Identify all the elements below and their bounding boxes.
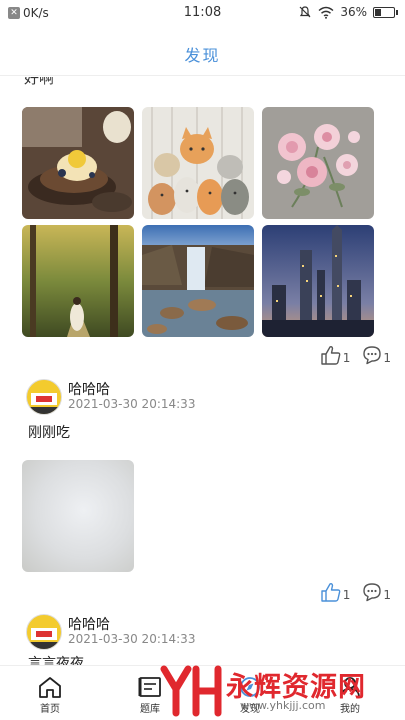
post-text: 刚刚吃 bbox=[28, 425, 70, 441]
discover-feed[interactable]: 好啊 1 1 哈哈哈 2021-03-30 20:14:33 刚刚吃 1 1 哈… bbox=[0, 77, 405, 665]
post-photo[interactable] bbox=[22, 460, 134, 572]
comment-icon bbox=[363, 346, 382, 365]
page-title: 发现 bbox=[184, 46, 221, 65]
timestamp: 2021-03-30 20:14:33 bbox=[68, 397, 196, 411]
tab-home[interactable]: 首页 bbox=[15, 666, 85, 720]
comment-count: 1 bbox=[383, 351, 391, 365]
mute-bell-icon bbox=[299, 6, 311, 18]
question-bank-icon bbox=[138, 677, 161, 697]
post-header: 哈哈哈 2021-03-30 20:14:33 bbox=[26, 612, 386, 652]
avatar[interactable] bbox=[26, 614, 62, 650]
photo-cake[interactable] bbox=[22, 107, 134, 219]
status-bar: ✕ 0K/s 11:08 36% bbox=[0, 0, 405, 28]
thumbs-up-icon bbox=[321, 346, 341, 365]
timestamp: 2021-03-30 20:14:33 bbox=[68, 632, 196, 646]
photo-flowers[interactable] bbox=[262, 107, 374, 219]
battery-percent: 36% bbox=[340, 5, 367, 19]
post-text: 言言夜夜 bbox=[28, 656, 84, 665]
comment-icon bbox=[363, 583, 382, 602]
like-count: 1 bbox=[342, 351, 351, 365]
post-actions: 1 1 bbox=[320, 345, 391, 365]
top-nav: 发现 bbox=[0, 28, 405, 76]
thumbs-up-icon bbox=[321, 583, 341, 602]
photo-city-skyline[interactable] bbox=[262, 225, 374, 337]
post-header: 哈哈哈 2021-03-30 20:14:33 bbox=[26, 377, 386, 417]
comment-count: 1 bbox=[383, 588, 391, 602]
home-icon bbox=[39, 677, 61, 698]
comment-button[interactable]: 1 bbox=[362, 582, 391, 602]
watermark: 永辉资源网 www.yhkjjj.com bbox=[160, 663, 405, 720]
like-count: 1 bbox=[342, 588, 351, 602]
tab-label: 首页 bbox=[40, 704, 60, 715]
comment-button[interactable]: 1 bbox=[362, 345, 391, 365]
watermark-logo bbox=[160, 665, 222, 717]
like-button[interactable]: 1 bbox=[320, 345, 351, 365]
post-actions: 1 1 bbox=[320, 582, 391, 602]
username[interactable]: 哈哈哈 bbox=[68, 379, 110, 399]
post-text: 好啊 bbox=[24, 77, 55, 87]
photo-waterfall[interactable] bbox=[142, 225, 254, 337]
photo-cats[interactable] bbox=[142, 107, 254, 219]
username[interactable]: 哈哈哈 bbox=[68, 614, 110, 634]
avatar[interactable] bbox=[26, 379, 62, 415]
watermark-url: www.yhkjjj.com bbox=[240, 699, 326, 712]
like-button[interactable]: 1 bbox=[320, 582, 351, 602]
wifi-icon bbox=[318, 6, 334, 19]
battery-icon bbox=[373, 6, 398, 18]
photo-forest[interactable] bbox=[22, 225, 134, 337]
